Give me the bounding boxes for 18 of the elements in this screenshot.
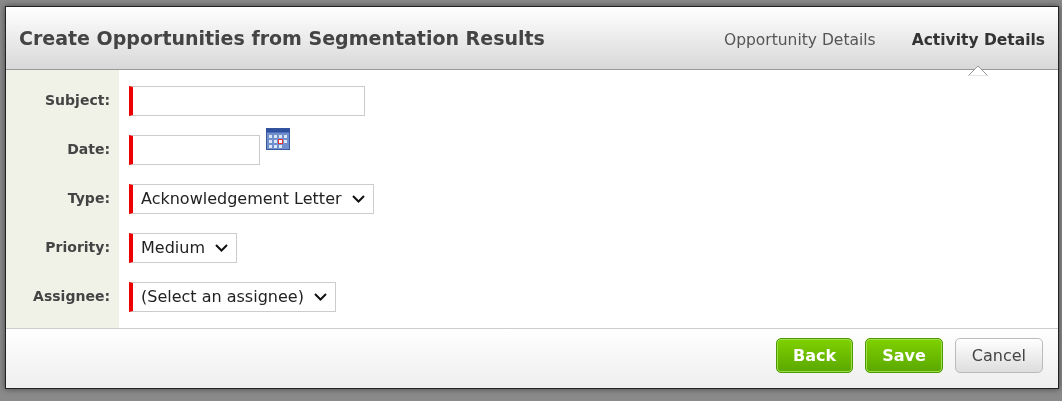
date-field[interactable] (129, 134, 260, 165)
text-field[interactable] (129, 85, 365, 116)
field-label: Priority: (44, 238, 111, 257)
tab[interactable]: Activity Details (911, 28, 1045, 53)
field-label: Assignee: (32, 287, 111, 306)
dropdown[interactable]: Acknowledgement Letter (129, 183, 374, 214)
chevron-icon (215, 243, 228, 252)
cancel-button[interactable]: Cancel (954, 338, 1043, 373)
calendar-icon[interactable] (266, 128, 290, 150)
field-label: Date: (66, 140, 111, 159)
chevron-icon (351, 194, 365, 203)
dropdown[interactable]: Medium (129, 232, 237, 263)
dropdown[interactable]: (Select an assignee) (129, 281, 336, 312)
dialog-title: Create Opportunities from Segmentation Results (19, 26, 545, 50)
chevron-icon (313, 292, 327, 301)
tab[interactable]: Opportunity Details (723, 28, 876, 53)
field-label: Type: (66, 189, 111, 208)
field-label: Subject: (44, 91, 111, 110)
